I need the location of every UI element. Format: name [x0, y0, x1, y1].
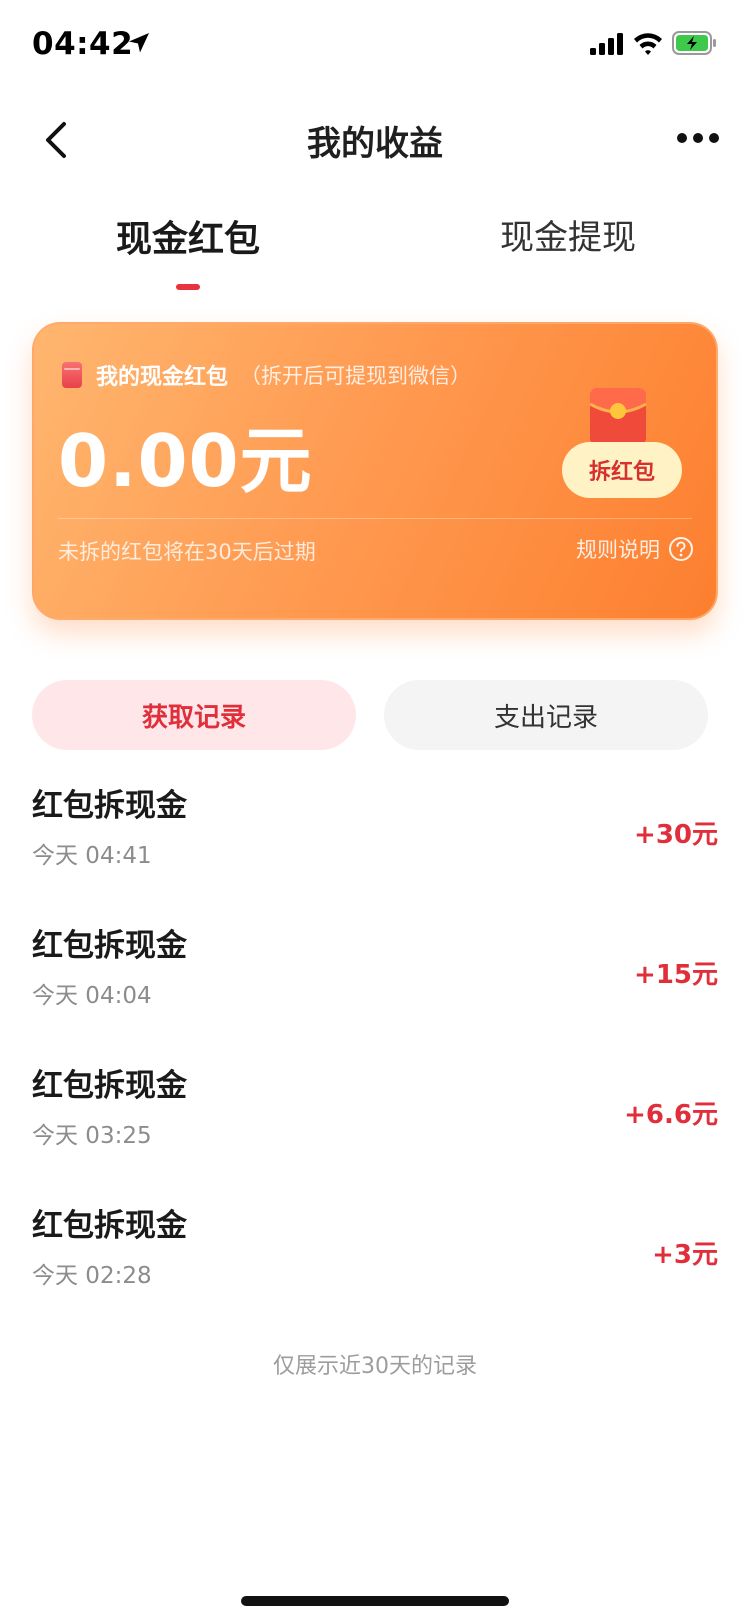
more-dots-icon[interactable] [676, 126, 720, 150]
red-envelope-small-icon [62, 362, 82, 388]
rules-link-label: 规则说明 [576, 538, 660, 562]
screen: 04:42 我的收益 现金红包 现金提现 我的现金红包 （拆开后可提现到微信） … [0, 0, 750, 1624]
record-time: 今天 04:41 [32, 843, 152, 869]
question-circle-icon [669, 537, 693, 561]
segment-income-records[interactable]: 获取记录 [32, 680, 356, 750]
record-amount: +3元 [652, 1240, 718, 1270]
record-list: 红包拆现金 今天 04:41 +30元 红包拆现金 今天 04:04 +15元 … [0, 780, 750, 1340]
location-arrow-icon [129, 33, 149, 53]
battery-charging-icon [672, 31, 716, 55]
wifi-icon [634, 33, 662, 55]
home-indicator[interactable] [241, 1596, 509, 1606]
record-title: 红包拆现金 [32, 1068, 187, 1104]
status-time: 04:42 [32, 26, 134, 62]
tab-active-indicator [176, 284, 200, 290]
record-amount: +15元 [634, 960, 718, 990]
red-envelope-icon [589, 388, 647, 446]
record-time: 今天 03:25 [32, 1123, 152, 1149]
list-item[interactable]: 红包拆现金 今天 02:28 +3元 [0, 1200, 750, 1340]
record-title: 红包拆现金 [32, 928, 187, 964]
balance-amount: 0.00元 [58, 419, 313, 503]
status-bar: 04:42 [0, 0, 750, 92]
list-item[interactable]: 红包拆现金 今天 04:41 +30元 [0, 780, 750, 920]
record-title: 红包拆现金 [32, 788, 187, 824]
rules-link[interactable]: 规则说明 [576, 534, 694, 564]
nav-bar: 我的收益 [0, 100, 750, 180]
expire-note: 未拆的红包将在30天后过期 [58, 540, 316, 564]
cellular-signal-icon [590, 33, 623, 55]
list-item[interactable]: 红包拆现金 今天 04:04 +15元 [0, 920, 750, 1060]
card-divider [58, 518, 692, 519]
red-envelope-card: 我的现金红包 （拆开后可提现到微信） 0.00元 拆红包 未拆的红包将在30天后… [32, 322, 718, 620]
segment-expense-records[interactable]: 支出记录 [384, 680, 708, 750]
card-title: 我的现金红包 [96, 365, 229, 390]
record-amount: +6.6元 [624, 1100, 718, 1130]
main-tabs: 现金红包 现金提现 [0, 200, 750, 300]
record-time: 今天 04:04 [32, 983, 152, 1009]
record-time: 今天 02:28 [32, 1263, 152, 1289]
card-subtitle: （拆开后可提现到微信） [240, 364, 472, 388]
tab-cash-withdraw[interactable]: 现金提现 [500, 210, 636, 259]
open-red-envelope-button[interactable]: 拆红包 [562, 442, 682, 498]
list-item[interactable]: 红包拆现金 今天 03:25 +6.6元 [0, 1060, 750, 1200]
tab-cash-red-envelope[interactable]: 现金红包 [116, 210, 260, 262]
record-title: 红包拆现金 [32, 1208, 187, 1244]
record-amount: +30元 [634, 820, 718, 850]
footer-note: 仅展示近30天的记录 [273, 1354, 477, 1379]
page-title: 我的收益 [307, 124, 443, 164]
card-title-row: 我的现金红包 （拆开后可提现到微信） [62, 358, 471, 392]
